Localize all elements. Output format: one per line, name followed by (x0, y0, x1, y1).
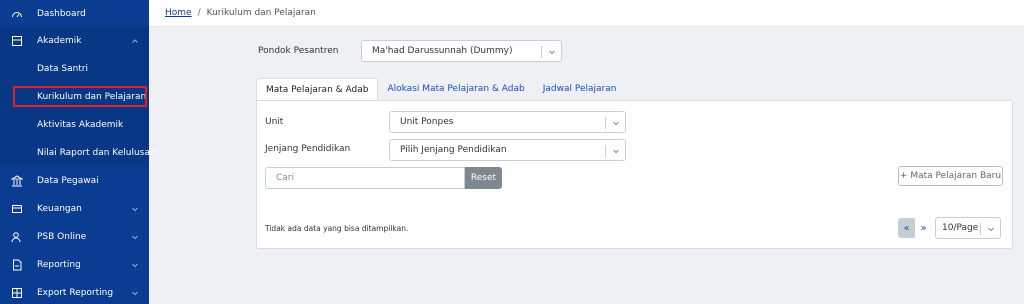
breadcrumb-separator: / (197, 8, 201, 18)
pesantren-select[interactable]: Ma'had Darussunnah (Dummy) (361, 40, 562, 62)
sidebar-item-akademik[interactable]: Akademik (0, 27, 149, 55)
chevron-down-icon (612, 119, 620, 127)
book-icon (11, 35, 23, 47)
chevron-down-icon (548, 48, 556, 56)
sidebar-item-psb-online[interactable]: PSB Online (0, 223, 149, 251)
add-mata-pelajaran-button[interactable]: + Mata Pelajaran Baru (898, 166, 1003, 186)
pesantren-label: Pondok Pesantren (258, 46, 339, 56)
sidebar-item-label: Akademik (37, 36, 82, 46)
sidebar-item-label: Nilai Raport dan Kelulusan (37, 148, 156, 158)
reset-button[interactable]: Reset (465, 167, 502, 189)
users-icon (11, 231, 23, 243)
sidebar-subitem-nilai-raport[interactable]: Nilai Raport dan Kelulusan (0, 139, 156, 167)
jenjang-select[interactable]: Pilih Jenjang Pendidikan (389, 139, 626, 161)
chevron-up-icon (131, 37, 139, 45)
sidebar-item-keuangan[interactable]: Keuangan (0, 195, 149, 223)
select-divider (605, 117, 606, 129)
page-size-select[interactable]: 10/Page (935, 217, 1001, 239)
tab-alokasi[interactable]: Alokasi Mata Pelajaran & Adab (378, 78, 533, 100)
page-size-value: 10/Page (942, 223, 979, 233)
sidebar-subitem-aktivitas[interactable]: Aktivitas Akademik (0, 111, 149, 139)
empty-message: Tidak ada data yang bisa ditampilkan. (265, 224, 409, 233)
sidebar-item-label: PSB Online (37, 232, 87, 242)
chevron-down-icon (131, 233, 139, 241)
chevron-down-icon (131, 261, 139, 269)
pagination-next-button[interactable]: » (915, 218, 932, 238)
chevron-down-icon (131, 289, 139, 297)
sidebar-item-label: Aktivitas Akademik (37, 120, 124, 130)
chevron-down-icon (612, 147, 620, 155)
selection-highlight (13, 86, 147, 107)
breadcrumb: Home / Kurikulum dan Pelajaran (149, 0, 1024, 27)
sidebar-item-label: Data Santri (37, 64, 89, 74)
sidebar-item-reporting[interactable]: Reporting (0, 251, 149, 279)
sidebar-item-label: Keuangan (37, 204, 82, 214)
wallet-icon (11, 203, 23, 215)
tab-jadwal[interactable]: Jadwal Pelajaran (534, 78, 626, 100)
sidebar-item-dashboard[interactable]: Dashboard (0, 0, 149, 28)
sidebar-item-label: Dashboard (37, 9, 86, 19)
sidebar-item-export-reporting[interactable]: Export Reporting (0, 279, 149, 304)
unit-select-value: Unit Ponpes (400, 117, 454, 127)
select-divider (541, 46, 542, 58)
sidebar: Dashboard Akademik Data Santri Kurikulum… (0, 0, 156, 304)
pesantren-select-value: Ma'had Darussunnah (Dummy) (372, 46, 513, 56)
unit-select[interactable]: Unit Ponpes (389, 111, 626, 133)
select-divider (605, 145, 606, 157)
sidebar-item-data-pegawai[interactable]: Data Pegawai (0, 167, 149, 195)
chevron-down-icon (987, 225, 995, 233)
sidebar-item-label: Export Reporting (37, 288, 114, 298)
jenjang-select-value: Pilih Jenjang Pendidikan (400, 145, 507, 155)
file-icon (11, 259, 23, 271)
pagination-prev-button[interactable]: « (898, 218, 915, 238)
unit-label: Unit (265, 117, 284, 127)
search-input[interactable]: Cari (265, 167, 465, 189)
breadcrumb-home-link[interactable]: Home (165, 8, 192, 18)
sidebar-item-label: Data Pegawai (37, 176, 99, 186)
jenjang-label: Jenjang Pendidikan (265, 144, 351, 154)
sidebar-item-label: Reporting (37, 260, 81, 270)
sidebar-subitem-data-santri[interactable]: Data Santri (0, 55, 149, 83)
select-divider (980, 223, 981, 235)
search-placeholder: Cari (276, 173, 294, 183)
tab-mata-pelajaran[interactable]: Mata Pelajaran & Adab (256, 78, 379, 100)
breadcrumb-current: Kurikulum dan Pelajaran (206, 8, 316, 18)
tab-bar: Mata Pelajaran & Adab Alokasi Mata Pelaj… (256, 78, 625, 100)
table-icon (11, 287, 23, 299)
dashboard-icon (11, 8, 23, 20)
building-icon (11, 175, 23, 187)
chevron-down-icon (131, 205, 139, 213)
